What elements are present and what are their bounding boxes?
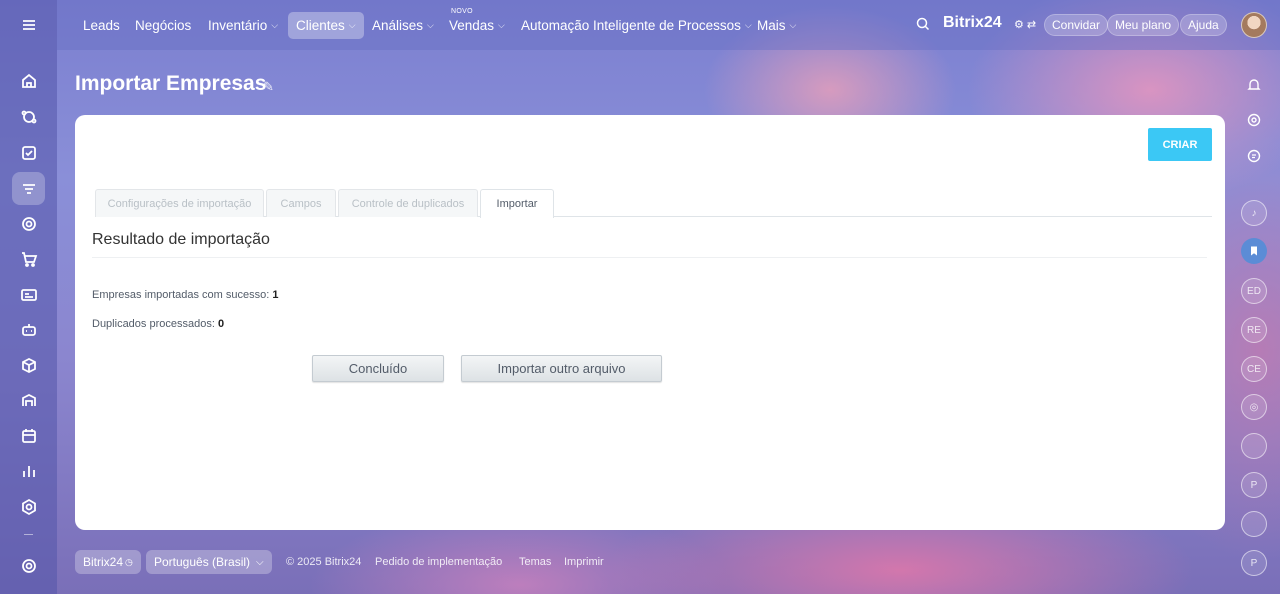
- invite-button[interactable]: Convidar: [1044, 14, 1109, 36]
- left-sidebar: [0, 0, 57, 594]
- footer-brand[interactable]: Bitrix24 ◷: [75, 550, 141, 574]
- footer-copyright: © 2025 Bitrix24: [286, 556, 362, 568]
- search-icon[interactable]: [915, 16, 931, 32]
- nav-leads[interactable]: Leads: [75, 12, 128, 39]
- nav-label: Vendas: [449, 18, 495, 33]
- done-button[interactable]: Concluído: [312, 355, 444, 382]
- duplicates-count-value: 0: [217, 318, 225, 330]
- crm-icon[interactable]: [12, 172, 45, 205]
- settings-gear-icon[interactable]: [12, 549, 45, 582]
- imported-count-label: Empresas importadas com sucesso:: [92, 289, 270, 301]
- nav-mais[interactable]: Mais ⌵: [749, 12, 804, 39]
- import-card: CRIAR Configurações de importação Campos…: [75, 115, 1225, 530]
- user-avatar[interactable]: [1241, 12, 1267, 38]
- box-icon[interactable]: [12, 348, 45, 381]
- rail-contact-p1[interactable]: P: [1241, 472, 1267, 498]
- footer-link-print[interactable]: Imprimir: [564, 556, 604, 568]
- nav-label: Automação Inteligente de Processos: [521, 18, 741, 33]
- bell-icon[interactable]: [1241, 72, 1267, 98]
- target-icon[interactable]: [12, 207, 45, 240]
- chevron-down-icon: ⌵: [427, 20, 434, 30]
- contact-card-icon[interactable]: [12, 278, 45, 311]
- help-button[interactable]: Ajuda: [1180, 14, 1227, 36]
- top-navigation: Leads Negócios Inventário ⌵ Clientes ⌵ Aná…: [57, 0, 1280, 50]
- rail-contact-avatar-2[interactable]: [1241, 511, 1267, 537]
- chevron-down-icon: ⌵: [498, 20, 505, 30]
- nav-automacao[interactable]: Automação Inteligente de Processos ⌵: [513, 12, 760, 39]
- brand-settings-icon[interactable]: ⚙ ⇄: [1014, 18, 1036, 31]
- cart-icon[interactable]: [12, 242, 45, 275]
- nav-analises[interactable]: Análises ⌵: [364, 12, 442, 39]
- footer-brand-label: Bitrix24: [83, 555, 124, 569]
- duplicates-count-label: Duplicados processados:: [92, 318, 215, 330]
- page-title: Importar Empresas: [75, 72, 267, 95]
- chat-icon[interactable]: [1241, 143, 1267, 169]
- clock-icon: ◷: [125, 556, 133, 567]
- section-divider: [92, 257, 1207, 258]
- brand-logo[interactable]: Bitrix24: [943, 14, 1002, 32]
- home-icon[interactable]: [12, 64, 45, 97]
- warehouse-icon[interactable]: [12, 383, 45, 416]
- nav-label: Inventário: [208, 18, 268, 33]
- copilot-icon[interactable]: [1241, 107, 1267, 133]
- copilot-circle-icon[interactable]: ◎: [1241, 394, 1267, 420]
- sidebar-divider: [24, 534, 33, 535]
- nav-label: Clientes: [296, 18, 345, 33]
- section-title: Resultado de importação: [92, 231, 270, 248]
- tasks-icon[interactable]: [12, 136, 45, 169]
- duplicates-count-line: Duplicados processados: 0: [92, 318, 224, 330]
- import-another-file-button[interactable]: Importar outro arquivo: [461, 355, 662, 382]
- language-selector[interactable]: Português (Brasil) ⌵: [146, 550, 272, 574]
- create-button[interactable]: CRIAR: [1148, 128, 1212, 161]
- nav-vendas[interactable]: Vendas ⌵: [441, 12, 513, 39]
- music-icon[interactable]: ♪: [1241, 200, 1267, 226]
- rail-contact-re[interactable]: RE: [1241, 317, 1267, 343]
- rail-contact-ed[interactable]: ED: [1241, 278, 1267, 304]
- rail-contact-p2[interactable]: P: [1241, 550, 1267, 576]
- nav-label: Negócios: [135, 18, 192, 33]
- nav-label: Mais: [757, 18, 786, 33]
- nav-label: Leads: [83, 18, 120, 33]
- rail-contact-ce[interactable]: CE: [1241, 356, 1267, 382]
- chevron-down-icon: ⌵: [271, 20, 279, 30]
- tab-fields[interactable]: Campos: [266, 189, 336, 217]
- import-tabs: Configurações de importação Campos Contr…: [95, 189, 1212, 218]
- nav-negocios[interactable]: Negócios: [127, 12, 199, 39]
- pin-icon[interactable]: ✎: [263, 79, 274, 95]
- hexagon-icon[interactable]: [12, 490, 45, 523]
- tab-import-settings[interactable]: Configurações de importação: [95, 189, 264, 217]
- feed-icon[interactable]: [12, 100, 45, 133]
- chevron-down-icon: ⌵: [789, 20, 797, 30]
- menu-icon[interactable]: [12, 8, 45, 41]
- nav-inventario[interactable]: Inventário ⌵: [200, 12, 286, 39]
- calendar-icon[interactable]: [12, 419, 45, 452]
- footer-link-themes[interactable]: Temas: [519, 556, 551, 568]
- robot-icon[interactable]: [12, 313, 45, 346]
- tab-duplicate-control[interactable]: Controle de duplicados: [338, 189, 478, 217]
- chevron-down-icon: ⌵: [256, 556, 264, 568]
- bookmark-icon[interactable]: [1241, 238, 1267, 264]
- nav-clientes[interactable]: Clientes ⌵: [288, 12, 364, 39]
- language-label: Português (Brasil): [154, 555, 251, 569]
- nav-label: Análises: [372, 18, 424, 33]
- footer-link-implementation[interactable]: Pedido de implementação: [375, 556, 502, 568]
- my-plan-button[interactable]: Meu plano: [1107, 14, 1180, 36]
- rail-contact-avatar[interactable]: [1241, 433, 1267, 459]
- tab-import[interactable]: Importar: [480, 189, 554, 218]
- analytics-icon[interactable]: [12, 454, 45, 487]
- imported-count-line: Empresas importadas com sucesso: 1: [92, 289, 278, 301]
- imported-count-value: 1: [272, 289, 279, 301]
- chevron-down-icon: ⌵: [348, 20, 356, 30]
